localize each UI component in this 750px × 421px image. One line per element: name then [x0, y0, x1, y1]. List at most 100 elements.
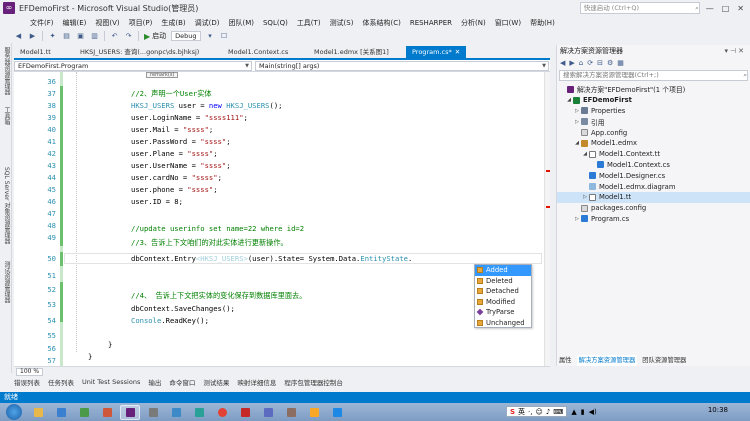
collapse-all-icon[interactable]: ⊟: [597, 59, 603, 67]
tab-properties[interactable]: 属性: [557, 355, 574, 366]
tree-node-packages-config[interactable]: packages.config: [557, 203, 750, 214]
open-file-icon[interactable]: ▤: [62, 32, 71, 41]
expander-icon[interactable]: ◢: [581, 151, 589, 157]
tray-icon[interactable]: ▲: [571, 408, 576, 416]
tree-node-model1-context-tt[interactable]: ◢ Model1.Context.tt: [557, 149, 750, 160]
code-editor[interactable]: remark(s) 36 37 38 39 40 41 42 43 44 45 …: [14, 72, 550, 366]
tab-unit-test-sessions[interactable]: Unit Test Sessions: [82, 378, 140, 386]
start-button[interactable]: [6, 404, 22, 420]
tree-node-model1-edmx-diagram[interactable]: Model1.edmx.diagram: [557, 181, 750, 192]
tree-node-solution[interactable]: 解决方案"EFDemoFirst"(1 个项目): [557, 84, 750, 95]
expander-icon[interactable]: ◢: [573, 140, 581, 146]
tab-model1-tt[interactable]: Model1.tt: [14, 46, 72, 58]
taskbar-media[interactable]: [51, 405, 71, 420]
sync-icon[interactable]: ⟳: [587, 59, 593, 67]
menu-debug[interactable]: 调试(D): [195, 18, 220, 28]
tree-node-project[interactable]: ◢ EFDemoFirst: [557, 95, 750, 106]
menu-help[interactable]: 帮助(H): [530, 18, 555, 28]
solution-search-input[interactable]: 搜索解决方案资源管理器(Ctrl+;) ⌕: [559, 70, 748, 81]
show-all-files-icon[interactable]: ▦: [617, 59, 624, 67]
menu-view[interactable]: 视图(V): [95, 18, 119, 28]
chevron-down-icon[interactable]: ▾: [206, 32, 215, 41]
back-icon[interactable]: ◀: [14, 32, 23, 41]
taskbar-app[interactable]: [258, 405, 278, 420]
menu-build[interactable]: 生成(B): [161, 18, 185, 28]
taskbar-visual-studio[interactable]: [120, 404, 140, 420]
tab-command-window[interactable]: 命令窗口: [169, 377, 195, 387]
forward-icon[interactable]: ▶: [28, 32, 37, 41]
redo-icon[interactable]: ↷: [124, 32, 133, 41]
completion-item-deleted[interactable]: Deleted: [475, 276, 531, 287]
expander-icon[interactable]: ▷: [573, 216, 581, 222]
clock[interactable]: 10:38: [708, 406, 728, 414]
tab-task-list[interactable]: 任务列表: [48, 377, 74, 387]
taskbar-app[interactable]: [304, 405, 324, 420]
tree-node-references[interactable]: ▷ 引用: [557, 116, 750, 127]
server-explorer-tab[interactable]: 服务器资源管理器: [2, 47, 11, 103]
close-icon[interactable]: ✕: [738, 47, 746, 55]
menu-team[interactable]: 团队(M): [228, 18, 254, 28]
completion-item-modified[interactable]: Modified: [475, 297, 531, 308]
expander-icon[interactable]: ▷: [581, 194, 589, 200]
menu-resharper[interactable]: RESHARPER: [410, 19, 452, 27]
sql-server-object-explorer-tab[interactable]: SQL Server 对象资源管理器: [2, 167, 11, 257]
taskbar-app[interactable]: [189, 405, 209, 420]
expander-icon[interactable]: ◢: [565, 97, 573, 103]
expander-icon[interactable]: ▷: [573, 108, 581, 114]
menu-tools[interactable]: 工具(T): [297, 18, 321, 28]
completion-item-added[interactable]: Added: [475, 265, 531, 276]
taskbar-app[interactable]: [235, 405, 255, 420]
tab-model1-context-cs[interactable]: Model1.Context.cs: [222, 46, 306, 58]
toolbox-tab[interactable]: 工具箱: [2, 107, 11, 163]
menu-architecture[interactable]: 体系结构(C): [362, 18, 400, 28]
start-debugging-button[interactable]: ▶ 启动: [144, 31, 166, 41]
tab-error-list[interactable]: 错误列表: [14, 377, 40, 387]
taskbar-app[interactable]: [281, 405, 301, 420]
type-dropdown[interactable]: EFDemoFirst.Program ▼: [14, 60, 252, 71]
network-icon[interactable]: ▮: [581, 408, 585, 416]
ime-toolbar[interactable]: S 英 ·, ☺ ♪ ⌨: [506, 406, 568, 417]
tree-node-model1-edmx[interactable]: ◢ Model1.edmx: [557, 138, 750, 149]
maximize-button[interactable]: □: [722, 4, 730, 13]
taskbar-app[interactable]: [166, 405, 186, 420]
properties-icon[interactable]: ⚙: [607, 59, 613, 67]
attach-icon[interactable]: ☐: [220, 32, 229, 41]
tab-package-manager-console[interactable]: 程序包管理器控制台: [284, 377, 343, 387]
test-explorer-tab[interactable]: 测试资源管理器: [2, 261, 11, 317]
tab-solution-explorer[interactable]: 解决方案资源管理器: [576, 355, 638, 366]
minimize-button[interactable]: —: [706, 4, 714, 13]
intellisense-completion-list[interactable]: Added Deleted Detached Modified TryParse…: [474, 264, 532, 328]
taskbar-app[interactable]: [97, 405, 117, 420]
tab-program-cs[interactable]: Program.cs* ✕: [406, 46, 466, 58]
tree-node-properties[interactable]: ▷ Properties: [557, 106, 750, 117]
quick-launch-input[interactable]: 快速启动 (Ctrl+Q) ⌕: [579, 2, 700, 14]
menu-window[interactable]: 窗口(W): [495, 18, 521, 28]
taskbar-chrome[interactable]: [212, 405, 232, 420]
home-icon[interactable]: ⌂: [579, 59, 583, 67]
undo-icon[interactable]: ↶: [110, 32, 119, 41]
close-button[interactable]: ✕: [737, 4, 744, 13]
tree-node-program-cs[interactable]: ▷ Program.cs: [557, 214, 750, 225]
menu-project[interactable]: 项目(P): [129, 18, 153, 28]
completion-item-detached[interactable]: Detached: [475, 286, 531, 297]
save-icon[interactable]: ▣: [76, 32, 85, 41]
save-all-icon[interactable]: ▥: [90, 32, 99, 41]
back-icon[interactable]: ◀: [560, 59, 565, 67]
taskbar-app[interactable]: [74, 405, 94, 420]
tab-hksj-users-query[interactable]: HKSJ_USERS: 查询(...gonpc\ds.bjhksj): [74, 46, 220, 58]
tree-node-model1-context-cs[interactable]: Model1.Context.cs: [557, 160, 750, 171]
solution-configuration-select[interactable]: Debug: [171, 31, 201, 41]
tree-node-model1-tt[interactable]: ▷ Model1.tt: [557, 191, 750, 203]
taskbar-app[interactable]: [143, 405, 163, 420]
menu-file[interactable]: 文件(F): [30, 18, 54, 28]
forward-icon[interactable]: ▶: [569, 59, 574, 67]
tab-test-results[interactable]: 测试结果: [203, 377, 229, 387]
tab-team-explorer[interactable]: 团队资源管理器: [640, 355, 688, 366]
editor-vertical-scrollbar[interactable]: [544, 72, 550, 366]
tree-node-app-config[interactable]: App.config: [557, 127, 750, 138]
tab-output[interactable]: 输出: [148, 377, 161, 387]
new-project-icon[interactable]: ✦: [48, 32, 57, 41]
menu-test[interactable]: 测试(S): [330, 18, 354, 28]
zoom-level-select[interactable]: 100 %: [16, 367, 44, 376]
menu-edit[interactable]: 编辑(E): [63, 18, 87, 28]
